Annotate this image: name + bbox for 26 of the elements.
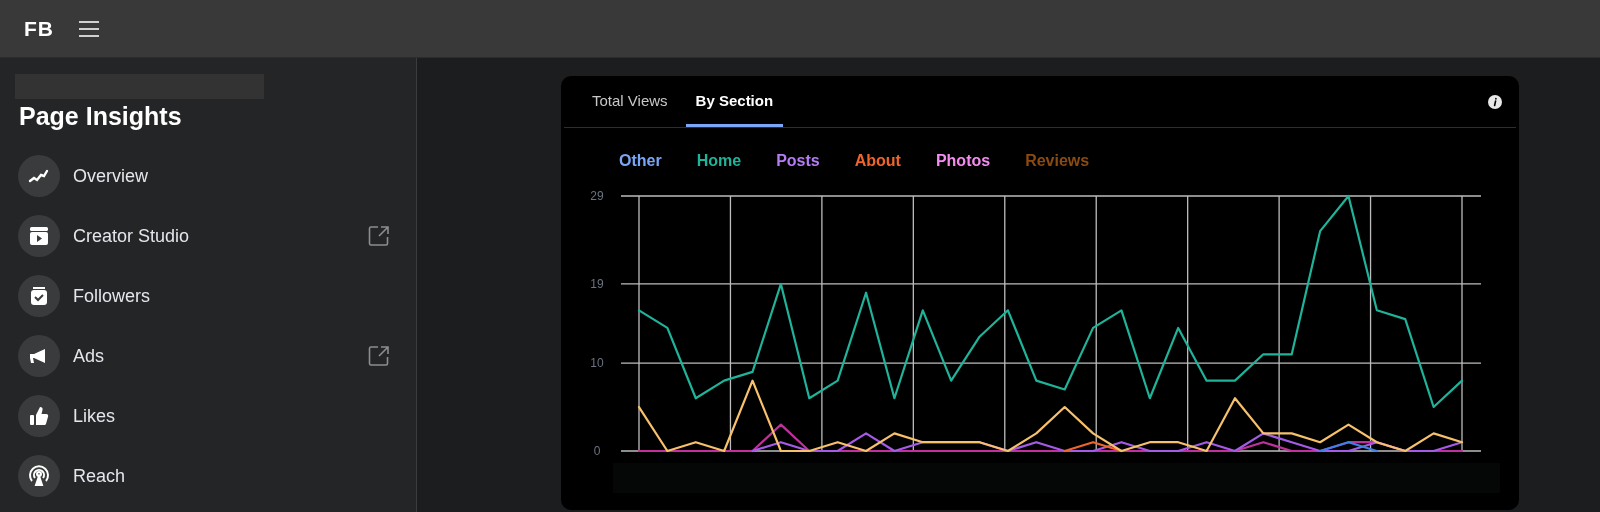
legend-label[interactable]: Photos [935, 152, 991, 181]
y-tick-label: 0 [593, 444, 601, 458]
menu-icon[interactable] [78, 18, 100, 39]
legend-label[interactable]: Posts [776, 152, 820, 181]
thumbs-up-icon [18, 395, 60, 437]
logo[interactable]: FB [24, 16, 54, 41]
sidebar-item[interactable]: Followers [18, 266, 398, 326]
legend-label[interactable]: Home [696, 152, 742, 181]
y-tick-label: 19 [590, 276, 604, 291]
legend-label[interactable]: About [854, 152, 901, 181]
sidebar-item[interactable]: Likes [18, 386, 398, 446]
y-tick-label: 29 [590, 189, 604, 203]
broadcast-icon [18, 455, 60, 497]
legend-label[interactable]: Other [619, 152, 662, 181]
sidebar-item[interactable]: Overview [18, 146, 398, 206]
tab[interactable]: By Section [685, 76, 784, 127]
info-icon[interactable] [1488, 94, 1502, 109]
sidebar-item[interactable]: Ads [18, 326, 398, 386]
box-check-icon [18, 275, 60, 317]
sidebar-item[interactable]: Creator Studio [18, 206, 398, 266]
y-tick-label: 10 [590, 356, 604, 371]
sidebar-item[interactable]: Reach [18, 446, 398, 506]
megaphone-icon [18, 335, 60, 377]
clapperboard-icon [18, 215, 60, 257]
sidebar-title: Page Insights [19, 102, 183, 131]
tab[interactable]: Total Views [582, 76, 678, 127]
